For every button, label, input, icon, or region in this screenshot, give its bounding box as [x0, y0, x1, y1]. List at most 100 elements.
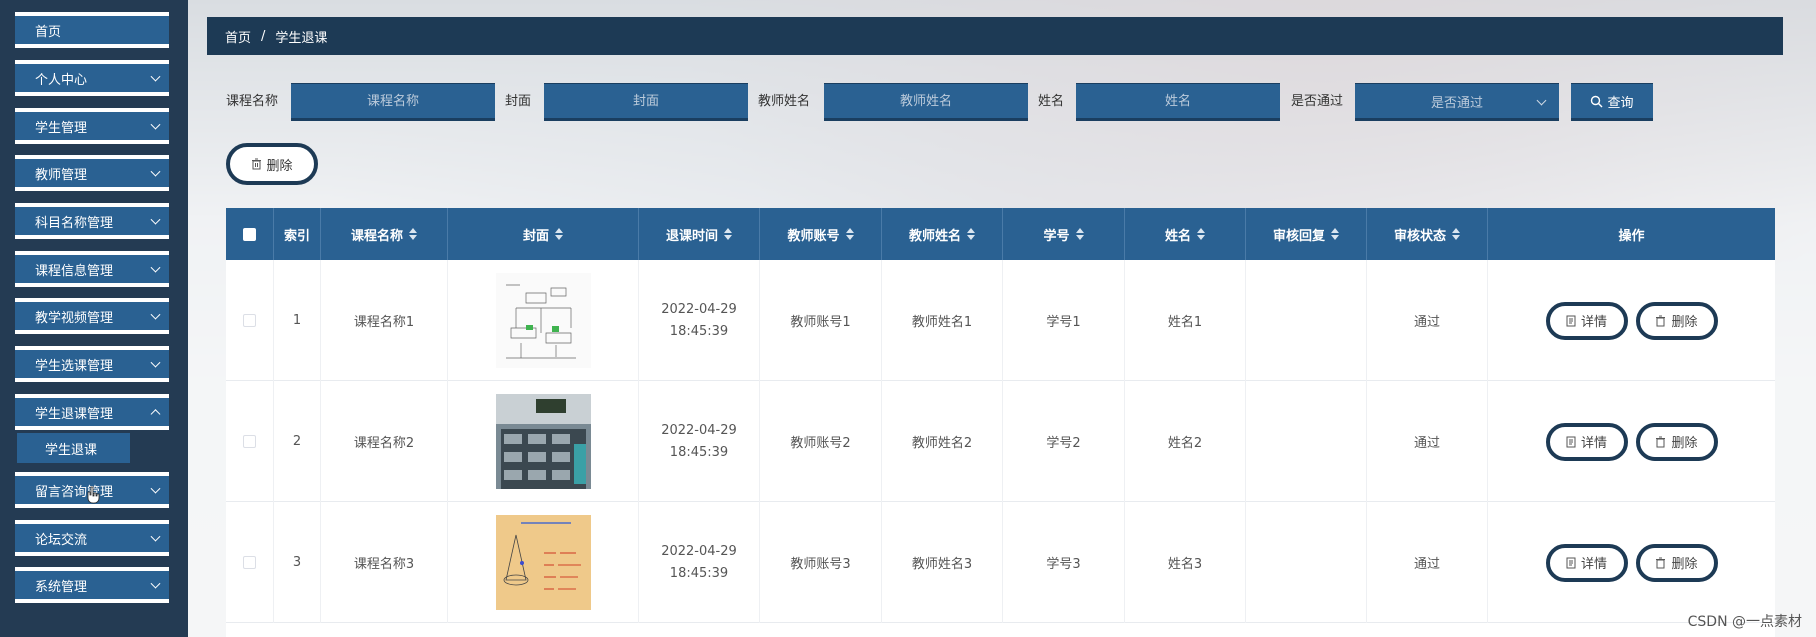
batch-delete-button[interactable]: 删除	[226, 143, 318, 185]
cell-student-no: 学号3	[1003, 502, 1125, 623]
cover-input[interactable]	[544, 83, 748, 121]
header-teacher-name-label: 教师姓名	[908, 228, 961, 244]
course-name-input[interactable]	[291, 83, 495, 121]
cover-image-diagram[interactable]	[495, 273, 591, 368]
select-all-cell	[226, 208, 274, 260]
pass-status-select[interactable]: 是否通过	[1355, 83, 1559, 121]
sidebar-item-course-withdrawal[interactable]: 学生退课管理	[15, 394, 169, 430]
sidebar-item-label: 课程信息管理	[35, 263, 114, 279]
cell-teacher-account: 教师账号3	[760, 502, 882, 623]
header-name-label: 姓名	[1164, 228, 1191, 244]
row-checkbox[interactable]	[243, 435, 256, 448]
header-index-label: 索引	[283, 228, 310, 244]
pass-status-select-value: 是否通过	[1430, 95, 1483, 111]
header-course-name[interactable]: 课程名称	[321, 208, 448, 260]
header-cover[interactable]: 封面	[448, 208, 639, 260]
sidebar-item-label: 个人中心	[35, 72, 88, 88]
name-input[interactable]	[1076, 83, 1280, 121]
sort-icon	[555, 228, 563, 240]
cell-student-no: 学号2	[1003, 381, 1125, 502]
sidebar-item-course-selection[interactable]: 学生选课管理	[15, 346, 169, 382]
query-button[interactable]: 查询	[1571, 83, 1653, 121]
sidebar-item-label: 学生管理	[35, 120, 88, 136]
sidebar-item-video-management[interactable]: 教学视频管理	[15, 298, 169, 334]
table-row: 1 课程名称1 2022-04-29 18:45:39 教师账号1 教师姓名1 …	[226, 260, 1775, 381]
cell-course-name: 课程名称3	[321, 502, 448, 623]
sidebar-item-subject-management[interactable]: 科目名称管理	[15, 203, 169, 239]
breadcrumb: 首页 / 学生退课	[207, 17, 1783, 55]
row-select-cell	[226, 502, 274, 623]
document-icon	[1566, 315, 1576, 326]
cell-index: 2	[274, 381, 321, 502]
cover-image-classroom[interactable]	[495, 394, 591, 489]
cell-cover	[448, 381, 639, 502]
sidebar-item-system-management[interactable]: 系统管理	[15, 567, 169, 603]
cell-review-reply	[1246, 260, 1367, 381]
sidebar-item-forum[interactable]: 论坛交流	[15, 520, 169, 556]
cell-withdraw-time: 2022-04-29 18:45:39	[639, 260, 760, 381]
select-all-checkbox[interactable]	[243, 227, 256, 241]
teacher-name-input[interactable]	[824, 83, 1028, 121]
pass-status-label: 是否通过	[1291, 94, 1344, 109]
chevron-down-icon	[150, 309, 161, 320]
sidebar-item-student-management[interactable]: 学生管理	[15, 108, 169, 144]
sidebar-item-home[interactable]: 首页	[15, 12, 169, 48]
detail-button[interactable]: 详情	[1545, 301, 1628, 340]
query-button-label: 查询	[1607, 95, 1634, 111]
header-student-no[interactable]: 学号	[1003, 208, 1125, 260]
header-review-status[interactable]: 审核状态	[1367, 208, 1488, 260]
sort-icon	[409, 228, 417, 240]
teacher-name-label: 教师姓名	[758, 94, 811, 109]
cell-course-name: 课程名称1	[321, 260, 448, 381]
cell-teacher-name: 教师姓名3	[882, 502, 1003, 623]
cell-operations: 详情 删除	[1488, 502, 1775, 623]
chevron-down-icon	[150, 71, 161, 82]
name-label: 姓名	[1038, 94, 1065, 109]
cell-name: 姓名1	[1125, 260, 1246, 381]
detail-button[interactable]: 详情	[1545, 422, 1628, 461]
chevron-down-icon	[150, 166, 161, 177]
row-checkbox[interactable]	[243, 314, 256, 327]
search-icon	[1591, 95, 1603, 107]
chevron-down-icon	[150, 531, 161, 542]
breadcrumb-home[interactable]: 首页	[225, 27, 251, 46]
header-withdraw-time[interactable]: 退课时间	[639, 208, 760, 260]
header-teacher-name[interactable]: 教师姓名	[882, 208, 1003, 260]
sidebar-item-label: 学生选课管理	[35, 358, 114, 374]
header-teacher-account[interactable]: 教师账号	[760, 208, 882, 260]
document-icon	[1566, 436, 1576, 447]
delete-button[interactable]: 删除	[1635, 422, 1718, 461]
cell-withdraw-time: 2022-04-29 18:45:39	[639, 381, 760, 502]
hand-cursor-icon	[87, 486, 100, 504]
cell-teacher-account: 教师账号2	[760, 381, 882, 502]
cell-review-reply	[1246, 502, 1367, 623]
row-checkbox[interactable]	[243, 556, 256, 569]
sort-icon	[1197, 228, 1205, 240]
cover-image-math[interactable]	[495, 515, 591, 610]
sidebar-item-label: 学生退课管理	[35, 406, 114, 422]
header-operations: 操作	[1488, 208, 1775, 260]
cell-index: 3	[274, 502, 321, 623]
cell-review-status: 通过	[1367, 502, 1488, 623]
search-bar: 课程名称 封面 教师姓名 姓名 是否通过 是否通过 查询	[188, 83, 1816, 123]
sidebar-item-course-info[interactable]: 课程信息管理	[15, 251, 169, 287]
delete-button-label: 删除	[1671, 436, 1698, 451]
sidebar-item-teacher-management[interactable]: 教师管理	[15, 155, 169, 191]
detail-button[interactable]: 详情	[1545, 543, 1628, 582]
cell-review-status: 通过	[1367, 260, 1488, 381]
delete-button[interactable]: 删除	[1635, 301, 1718, 340]
sidebar-item-label: 教学视频管理	[35, 310, 114, 326]
main-content: 首页 / 学生退课 课程名称 封面 教师姓名 姓名 是否通过 是否通过 查询 删…	[188, 0, 1816, 637]
chevron-down-icon	[150, 119, 161, 130]
breadcrumb-separator: /	[261, 28, 266, 44]
submenu-item-student-withdrawal[interactable]: 学生退课	[17, 433, 130, 463]
detail-button-label: 详情	[1580, 436, 1607, 451]
header-review-reply[interactable]: 审核回复	[1246, 208, 1367, 260]
sidebar-item-personal-center[interactable]: 个人中心	[15, 60, 169, 96]
header-name[interactable]: 姓名	[1125, 208, 1246, 260]
delete-button[interactable]: 删除	[1635, 543, 1718, 582]
batch-delete-label: 删除	[266, 158, 293, 174]
cell-name: 姓名3	[1125, 502, 1246, 623]
detail-button-label: 详情	[1580, 557, 1607, 572]
header-student-no-label: 学号	[1043, 228, 1070, 244]
